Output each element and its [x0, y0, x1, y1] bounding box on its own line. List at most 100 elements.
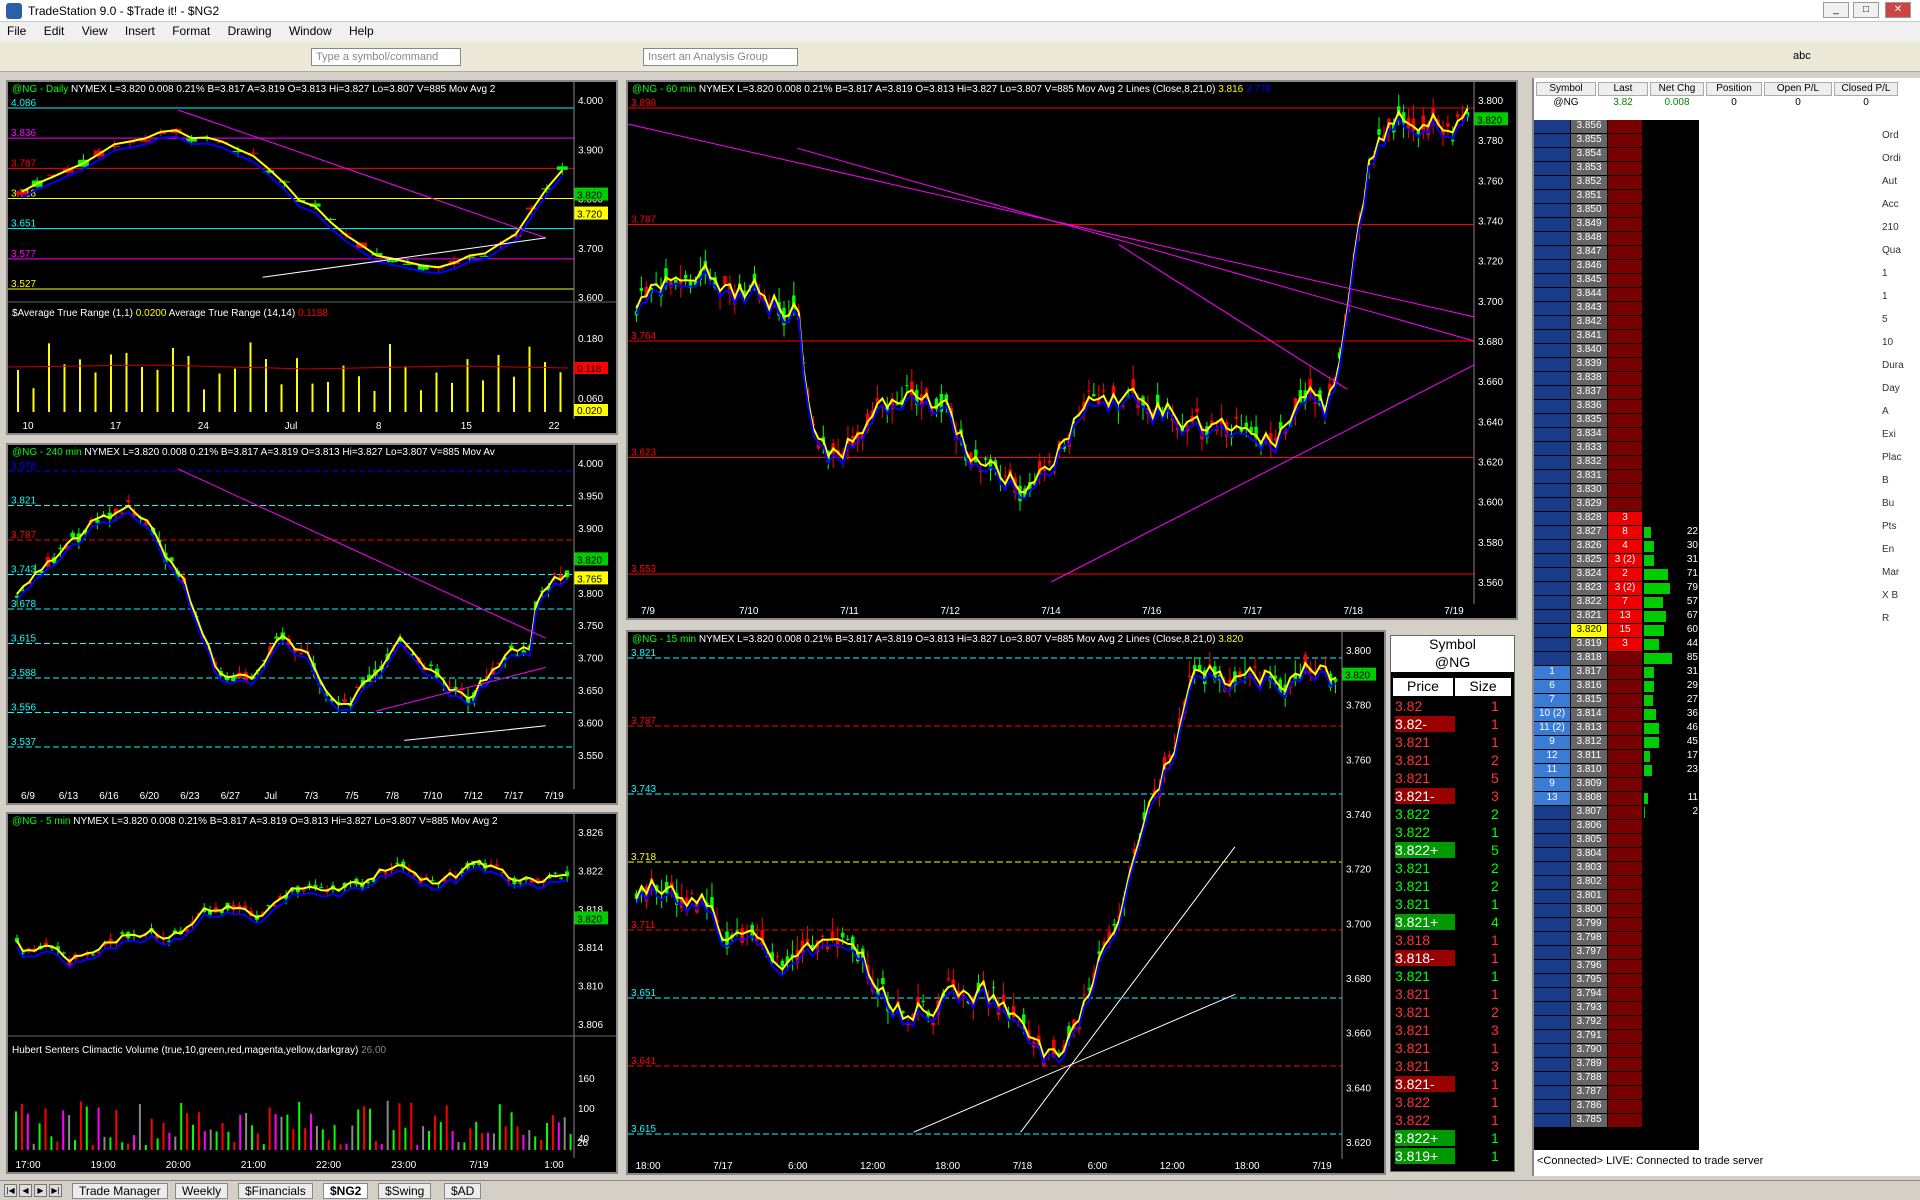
ladder-ask[interactable]	[1608, 1002, 1642, 1015]
ladder-ask[interactable]	[1608, 176, 1642, 189]
ladder-bid[interactable]	[1534, 918, 1570, 931]
tm-col-header[interactable]: Open P/L	[1764, 82, 1832, 96]
ladder-bid[interactable]	[1534, 862, 1570, 875]
ladder-price[interactable]: 3.801	[1571, 890, 1607, 903]
ladder-bid[interactable]	[1534, 246, 1570, 259]
ladder-ask[interactable]	[1608, 400, 1642, 413]
minimize-button[interactable]: _	[1823, 2, 1849, 18]
ladder-bid[interactable]	[1534, 568, 1570, 581]
ladder-bid[interactable]	[1534, 1072, 1570, 1085]
ladder-ask[interactable]	[1608, 1030, 1642, 1043]
ladder-bid[interactable]	[1534, 1044, 1570, 1057]
ladder-price[interactable]: 3.832	[1571, 456, 1607, 469]
ladder-ask[interactable]	[1608, 1100, 1642, 1113]
ladder-price[interactable]: 3.791	[1571, 1030, 1607, 1043]
ladder-bid[interactable]	[1534, 1016, 1570, 1029]
ladder-bid[interactable]	[1534, 890, 1570, 903]
ladder-price[interactable]: 3.803	[1571, 862, 1607, 875]
ladder-bid[interactable]	[1534, 400, 1570, 413]
ladder-bid[interactable]	[1534, 232, 1570, 245]
ladder-price[interactable]: 3.843	[1571, 302, 1607, 315]
ladder-ask[interactable]	[1608, 890, 1642, 903]
ladder-ask[interactable]	[1608, 358, 1642, 371]
ladder-price[interactable]: 3.835	[1571, 414, 1607, 427]
ladder-price[interactable]: 3.839	[1571, 358, 1607, 371]
ladder-bid[interactable]	[1534, 1086, 1570, 1099]
ladder-ask[interactable]	[1608, 708, 1642, 721]
ladder-bid[interactable]	[1534, 610, 1570, 623]
ladder-bid[interactable]	[1534, 218, 1570, 231]
ladder-bid[interactable]	[1534, 260, 1570, 273]
ladder-bid[interactable]	[1534, 540, 1570, 553]
ladder-bid[interactable]	[1534, 148, 1570, 161]
tab-last-arrow[interactable]: ▶|	[49, 1184, 62, 1197]
ladder-price[interactable]: 3.851	[1571, 190, 1607, 203]
ladder-bid[interactable]	[1534, 120, 1570, 133]
ladder-ask[interactable]	[1608, 120, 1642, 133]
ladder-bid[interactable]	[1534, 162, 1570, 175]
ladder-bid[interactable]	[1534, 932, 1570, 945]
tab-next-arrow[interactable]: ▶	[34, 1184, 47, 1197]
ladder-bid[interactable]	[1534, 1058, 1570, 1071]
ladder-bid[interactable]	[1534, 344, 1570, 357]
ladder-price[interactable]: 3.855	[1571, 134, 1607, 147]
ladder-price[interactable]: 3.815	[1571, 694, 1607, 707]
ladder-price[interactable]: 3.836	[1571, 400, 1607, 413]
ladder-ask[interactable]	[1608, 148, 1642, 161]
ladder-bid[interactable]	[1534, 190, 1570, 203]
ladder-price[interactable]: 3.830	[1571, 484, 1607, 497]
ladder-bid[interactable]	[1534, 988, 1570, 1001]
tab-trade-manager[interactable]: Trade Manager	[72, 1183, 168, 1199]
ladder-bid[interactable]: 11 (2)	[1534, 722, 1570, 735]
ladder-bid[interactable]	[1534, 176, 1570, 189]
ladder-bid[interactable]: 11	[1534, 764, 1570, 777]
ladder-bid[interactable]: 9	[1534, 736, 1570, 749]
ladder-ask[interactable]: 3	[1608, 638, 1642, 651]
chart-5min[interactable]: 3.826 3.822 3.818 3.814 3.810 3.806 3.820 17:00…	[6, 812, 618, 1174]
ladder-price[interactable]: 3.837	[1571, 386, 1607, 399]
ladder-ask[interactable]	[1608, 778, 1642, 791]
ladder-price[interactable]: 3.816	[1571, 680, 1607, 693]
ladder-price[interactable]: 3.808	[1571, 792, 1607, 805]
ladder-price[interactable]: 3.847	[1571, 246, 1607, 259]
ladder-bid[interactable]	[1534, 316, 1570, 329]
price-ladder[interactable]: 3.856 3.855 3.854 3.853 3.852 3.851 3.850 3.849…	[1534, 120, 1699, 1150]
ladder-ask[interactable]	[1608, 988, 1642, 1001]
ladder-price[interactable]: 3.823	[1571, 582, 1607, 595]
ladder-price[interactable]: 3.805	[1571, 834, 1607, 847]
ladder-bid[interactable]	[1534, 1114, 1570, 1127]
ladder-price[interactable]: 3.800	[1571, 904, 1607, 917]
menu-file[interactable]: File	[0, 22, 33, 40]
ladder-ask[interactable]	[1608, 470, 1642, 483]
ladder-ask[interactable]	[1608, 750, 1642, 763]
ladder-ask[interactable]	[1608, 1016, 1642, 1029]
ladder-price[interactable]: 3.833	[1571, 442, 1607, 455]
ladder-ask[interactable]	[1608, 260, 1642, 273]
menu-help[interactable]: Help	[342, 22, 381, 40]
ladder-price[interactable]: 3.827	[1571, 526, 1607, 539]
ladder-ask[interactable]	[1608, 722, 1642, 735]
ladder-bid[interactable]	[1534, 302, 1570, 315]
ladder-bid[interactable]	[1534, 904, 1570, 917]
ladder-price[interactable]: 3.854	[1571, 148, 1607, 161]
tm-col-header[interactable]: Symbol	[1536, 82, 1596, 96]
ladder-price[interactable]: 3.838	[1571, 372, 1607, 385]
ladder-bid[interactable]	[1534, 470, 1570, 483]
m15-plot[interactable]: 3.800 3.780 3.760 3.740 3.720 3.700 3.680 3.660…	[628, 632, 1384, 1173]
ladder-price[interactable]: 3.799	[1571, 918, 1607, 931]
ladder-price[interactable]: 3.786	[1571, 1100, 1607, 1113]
ladder-price[interactable]: 3.793	[1571, 1002, 1607, 1015]
ladder-price[interactable]: 3.802	[1571, 876, 1607, 889]
ladder-ask[interactable]	[1608, 190, 1642, 203]
ladder-ask[interactable]	[1608, 946, 1642, 959]
ladder-bid[interactable]	[1534, 652, 1570, 665]
ladder-bid[interactable]	[1534, 414, 1570, 427]
ladder-ask[interactable]	[1608, 792, 1642, 805]
ladder-ask[interactable]	[1608, 918, 1642, 931]
ladder-ask[interactable]	[1608, 134, 1642, 147]
ladder-price[interactable]: 3.824	[1571, 568, 1607, 581]
ladder-price[interactable]: 3.826	[1571, 540, 1607, 553]
tab-weekly[interactable]: Weekly	[175, 1183, 229, 1199]
ladder-ask[interactable]: 13	[1608, 610, 1642, 623]
ladder-ask[interactable]: 3 (2)	[1608, 582, 1642, 595]
